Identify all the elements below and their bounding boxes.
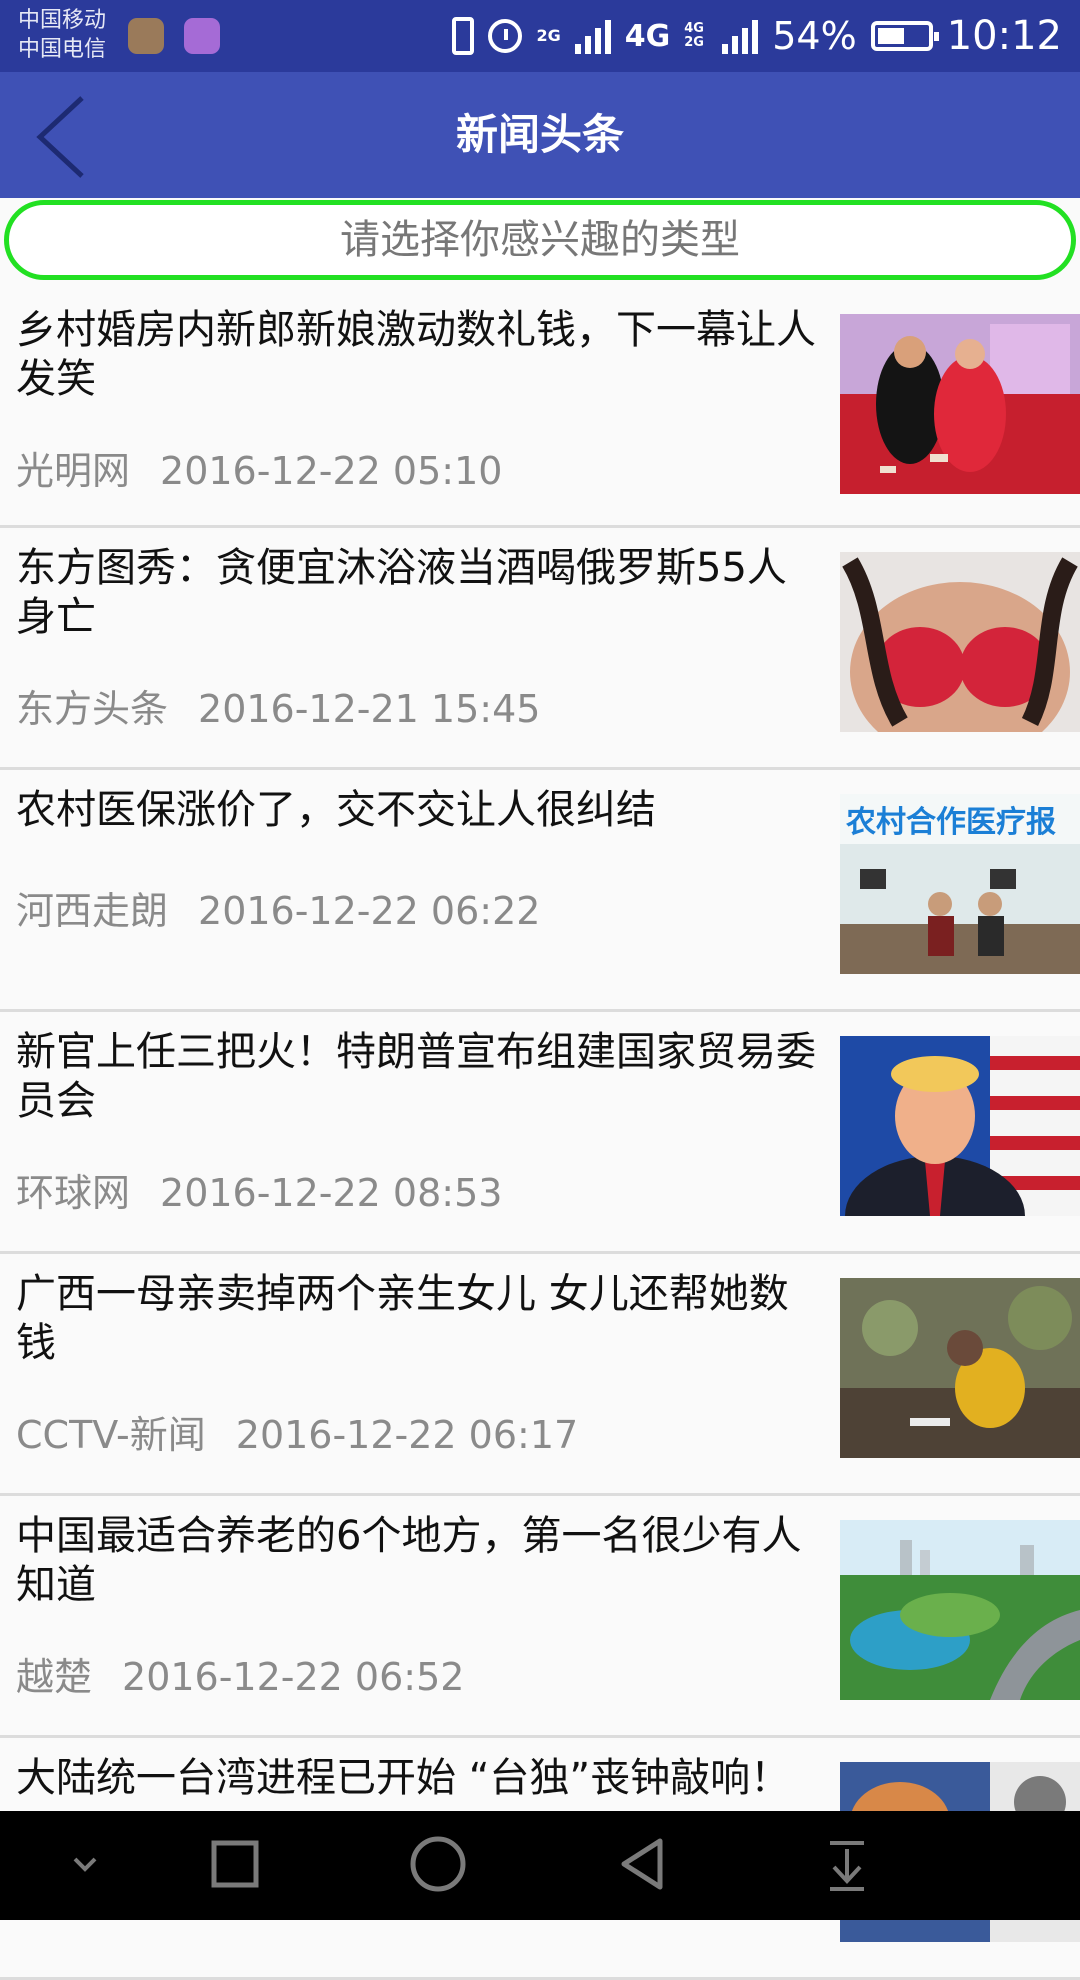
- carrier-labels: 中国移动 中国电信: [18, 6, 106, 64]
- signal-icon-2: [722, 18, 759, 54]
- news-time: 2016-12-22 05:10: [160, 449, 503, 493]
- news-time: 2016-12-21 15:45: [198, 687, 541, 731]
- news-source: 东方头条: [16, 687, 169, 731]
- news-time: 2016-12-22 06:17: [235, 1413, 579, 1457]
- thumb-caption: 农村合作医疗报: [845, 805, 1056, 840]
- news-headline: 大陆统一台湾进程已开始 “台独”丧钟敲响！: [16, 1755, 791, 1801]
- news-meta: 环球网 2016-12-22 08:53: [16, 1162, 502, 1217]
- system-nav-bar: [0, 1811, 1080, 1920]
- news-headline: 广西一母亲卖掉两个亲生女儿 女儿还帮她数钱: [16, 1271, 789, 1366]
- recent-apps-icon[interactable]: [200, 1829, 270, 1899]
- news-time: 2016-12-22 06:52: [122, 1655, 465, 1699]
- news-headline: 东方图秀：贪便宜沐浴液当酒喝俄罗斯55人身亡: [16, 545, 787, 640]
- news-list: 乡村婚房内新郎新娘激动数礼钱，下一幕让人发笑 光明网 2016-12-22 05:…: [0, 290, 1080, 1980]
- news-item[interactable]: 新官上任三把火！特朗普宣布组建国家贸易委员会 环球网 2016-12-22 08:…: [0, 1012, 1080, 1254]
- network-2g-label: 2G: [536, 26, 561, 45]
- news-item[interactable]: 乡村婚房内新郎新娘激动数礼钱，下一幕让人发笑 光明网 2016-12-22 05:…: [0, 290, 1080, 528]
- news-meta: 光明网 2016-12-22 05:10: [16, 440, 502, 495]
- news-source: CCTV-新闻: [16, 1413, 206, 1457]
- news-thumbnail: [840, 1520, 1080, 1700]
- battery-percent: 54%: [772, 14, 857, 58]
- news-headline: 农村医保涨价了，交不交让人很纠结: [16, 787, 656, 833]
- vibrate-icon: [452, 17, 475, 55]
- network-4g-2g-label: 4G 2G: [684, 21, 704, 50]
- news-headline: 乡村婚房内新郎新娘激动数礼钱，下一幕让人发笑: [16, 307, 816, 402]
- news-thumbnail: [840, 1278, 1080, 1458]
- status-icons: 2G 4G 4G 2G 54% 10:12: [452, 8, 1062, 64]
- back-icon[interactable]: [608, 1829, 678, 1899]
- news-item[interactable]: 广西一母亲卖掉两个亲生女儿 女儿还帮她数钱 CCTV-新闻 2016-12-22 …: [0, 1254, 1080, 1496]
- signal-icon: [574, 18, 611, 54]
- news-meta: 东方头条 2016-12-21 15:45: [16, 678, 540, 733]
- news-meta: 河西走朗 2016-12-22 06:22: [16, 880, 540, 935]
- news-thumbnail: 农村合作医疗报: [840, 794, 1080, 974]
- carrier-1: 中国移动: [18, 8, 107, 33]
- carrier-2: 中国电信: [18, 37, 107, 62]
- news-source: 河西走朗: [16, 889, 169, 933]
- news-item[interactable]: 中国最适合养老的6个地方，第一名很少有人知道 越楚 2016-12-22 06:5…: [0, 1496, 1080, 1738]
- app-bar: 新闻头条: [0, 72, 1080, 198]
- news-thumbnail: [840, 552, 1080, 732]
- alarm-icon: [488, 19, 523, 53]
- page-title: 新闻头条: [455, 110, 624, 159]
- news-source: 越楚: [16, 1655, 93, 1699]
- hide-keyboard-icon[interactable]: [50, 1829, 120, 1899]
- battery-icon: [870, 21, 939, 51]
- news-meta: CCTV-新闻 2016-12-22 06:17: [16, 1404, 578, 1459]
- news-meta: 越楚 2016-12-22 06:52: [16, 1646, 464, 1701]
- category-select-button[interactable]: 请选择你感兴趣的类型: [4, 200, 1076, 280]
- network-4g-label: 4G: [624, 18, 671, 54]
- notification-pull-icon[interactable]: [812, 1829, 882, 1899]
- home-icon[interactable]: [403, 1829, 473, 1899]
- news-source: 光明网: [16, 449, 131, 493]
- news-item[interactable]: 农村医保涨价了，交不交让人很纠结 河西走朗 2016-12-22 06:22 农村…: [0, 770, 1080, 1012]
- news-source: 环球网: [16, 1171, 131, 1215]
- status-bar: 中国移动 中国电信 2G 4G 4G 2G 54% 10:12: [0, 0, 1080, 72]
- news-item[interactable]: 东方图秀：贪便宜沐浴液当酒喝俄罗斯55人身亡 东方头条 2016-12-21 15…: [0, 528, 1080, 770]
- news-headline: 新官上任三把火！特朗普宣布组建国家贸易委员会: [16, 1029, 816, 1124]
- notification-app-icon: [128, 18, 164, 54]
- status-time: 10:12: [946, 13, 1062, 59]
- gallery-notification-icon: [184, 18, 220, 54]
- news-time: 2016-12-22 08:53: [160, 1171, 503, 1215]
- news-thumbnail: [840, 1036, 1080, 1216]
- news-time: 2016-12-22 06:22: [198, 889, 541, 933]
- news-headline: 中国最适合养老的6个地方，第一名很少有人知道: [16, 1513, 802, 1608]
- news-thumbnail: [840, 314, 1080, 494]
